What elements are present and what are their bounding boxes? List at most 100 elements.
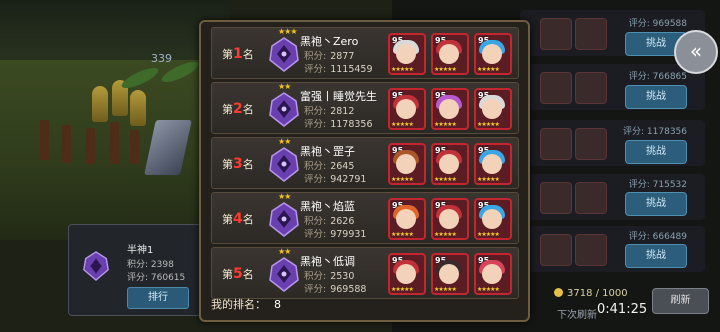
hero-face	[439, 209, 459, 229]
challenge-button[interactable]: 挑战	[625, 85, 687, 109]
challenge-button[interactable]: 挑战	[625, 140, 687, 164]
rating-value: 979931	[330, 229, 367, 240]
hero-face	[396, 44, 416, 64]
hero-portrait[interactable]: 95 ★★★★★	[474, 143, 512, 185]
double-chevron-left-icon[interactable]: «	[674, 30, 718, 74]
rank-number: 1	[233, 46, 243, 62]
rank-prefix: 第	[222, 268, 233, 281]
rank-prefix: 第	[222, 213, 233, 226]
rating-line: 评分: 979931	[304, 226, 366, 240]
hero-portrait[interactable]: 95 ★★★★★	[388, 253, 426, 295]
rank-prefix: 第	[222, 103, 233, 116]
hero-stars-icon: ★★★★★	[391, 121, 414, 128]
challenge-button[interactable]: 挑战	[625, 244, 687, 268]
rank-position: 第2名	[222, 101, 254, 117]
crop-plant	[130, 90, 146, 126]
rank-emblem-icon	[269, 257, 299, 292]
rank-suffix: 名	[242, 268, 254, 281]
refresh-button[interactable]: 刷新	[652, 288, 709, 314]
rank-emblem-icon	[269, 202, 299, 237]
rank-row-3[interactable]: 第3名 ★★ 黑袍丶罡子 积分:2645 评分:942791 95 ★★★★★ …	[211, 137, 519, 189]
hero-stars-icon: ★★★★★	[434, 286, 457, 293]
hero-portrait	[540, 128, 572, 160]
hero-face	[439, 154, 459, 174]
hero-portrait[interactable]: 95 ★★★★★	[474, 198, 512, 240]
hero-portrait[interactable]: 95 ★★★★★	[431, 143, 469, 185]
hero-stars-icon: ★★★★★	[477, 66, 500, 73]
rating-value: 942791	[330, 174, 367, 185]
hero-stars-icon: ★★★★★	[477, 121, 500, 128]
hero-face	[396, 99, 416, 119]
tier-stars-icon: ★★	[278, 137, 291, 146]
points-line: 积分: 2877	[304, 48, 354, 62]
coin-counter: 3718 / 1000	[554, 288, 628, 299]
fence-post	[62, 125, 71, 163]
hero-portrait[interactable]: 95 ★★★★★	[388, 143, 426, 185]
player-name: 半神1	[127, 245, 154, 256]
hero-portrait	[575, 18, 607, 50]
rating-label: 评分:	[304, 64, 327, 75]
hero-portrait[interactable]: 95 ★★★★★	[388, 33, 426, 75]
hero-portrait[interactable]: 95 ★★★★★	[474, 33, 512, 75]
rank-emblem-icon	[83, 251, 109, 281]
challenge-button[interactable]: 挑战	[625, 192, 687, 216]
player-name: 黑袍丶低调	[300, 255, 355, 268]
rank-prefix: 第	[222, 158, 233, 171]
points-line: 积分: 2626	[304, 213, 354, 227]
challenge-row: 评分: 1178356 挑战	[520, 120, 705, 166]
rating-label: 评分:	[304, 174, 327, 185]
rank-suffix: 名	[242, 213, 254, 226]
player-name: 黑袍丶罡子	[300, 145, 355, 158]
rank-row-1[interactable]: 第1名 ★★★ 黑袍丶Zero 积分:2877 评分:1115459 95 ★★…	[211, 27, 519, 79]
hero-stars-icon: ★★★★★	[391, 66, 414, 73]
rank-position: 第3名	[222, 156, 254, 172]
opponent-rating: 评分: 1178356	[623, 127, 687, 137]
rank-row-5[interactable]: 第5名 ★★ 黑袍丶低调 积分:2530 评分:969588 95 ★★★★★ …	[211, 247, 519, 299]
hero-face	[396, 154, 416, 174]
hero-portrait[interactable]: 95 ★★★★★	[474, 88, 512, 130]
rank-prefix: 第	[222, 48, 233, 61]
hero-stars-icon: ★★★★★	[477, 176, 500, 183]
hero-portrait[interactable]: 95 ★★★★★	[388, 88, 426, 130]
rating-label: 评分:	[304, 284, 327, 295]
fence-post	[130, 130, 139, 164]
refresh-timer: 0:41:25	[597, 302, 648, 317]
hero-portrait	[540, 18, 572, 50]
rank-emblem-icon	[269, 92, 299, 127]
hero-face	[482, 209, 502, 229]
points-line: 积分: 2812	[304, 103, 354, 117]
hero-face	[396, 209, 416, 229]
rank-position: 第1名	[222, 46, 254, 62]
hero-portrait[interactable]: 95 ★★★★★	[431, 33, 469, 75]
rating-line: 评分: 969588	[304, 281, 366, 295]
rank-emblem-icon	[269, 147, 299, 182]
player-name: 黑袍丶Zero	[300, 35, 359, 48]
hero-portrait	[575, 234, 607, 266]
fence-post	[40, 120, 49, 160]
challenge-row: 评分: 666489 挑战	[520, 226, 705, 272]
rating-value: 969588	[330, 284, 367, 295]
rank-emblem-icon	[269, 37, 299, 72]
rank-position: 第5名	[222, 266, 254, 282]
points-line: 积分: 2530	[304, 268, 354, 282]
hero-portrait	[540, 182, 572, 214]
hero-portrait[interactable]: 95 ★★★★★	[431, 253, 469, 295]
hero-portrait[interactable]: 95 ★★★★★	[431, 88, 469, 130]
rank-suffix: 名	[242, 48, 254, 61]
hero-portrait	[540, 72, 572, 104]
hero-portrait[interactable]: 95 ★★★★★	[388, 198, 426, 240]
hero-portrait[interactable]: 95 ★★★★★	[474, 253, 512, 295]
leaderboard-button[interactable]: 排行	[127, 287, 189, 309]
opponent-rating: 评分: 715532	[628, 180, 687, 190]
hero-portrait[interactable]: 95 ★★★★★	[431, 198, 469, 240]
rank-number: 4	[233, 211, 243, 227]
my-rank: 我的排名： 8	[211, 296, 281, 312]
hero-portrait	[575, 72, 607, 104]
tier-stars-icon: ★★	[278, 192, 291, 201]
rank-row-4[interactable]: 第4名 ★★ 黑袍丶焰蓝 积分:2626 评分:979931 95 ★★★★★ …	[211, 192, 519, 244]
points-line: 积分: 2645	[304, 158, 354, 172]
tier-stars-icon: ★★★	[278, 27, 297, 36]
rank-row-2[interactable]: 第2名 ★★ 富强丨睡觉先生 积分:2812 评分:1178356 95 ★★★…	[211, 82, 519, 134]
player-name: 黑袍丶焰蓝	[300, 200, 355, 213]
crop-plant	[92, 86, 108, 122]
